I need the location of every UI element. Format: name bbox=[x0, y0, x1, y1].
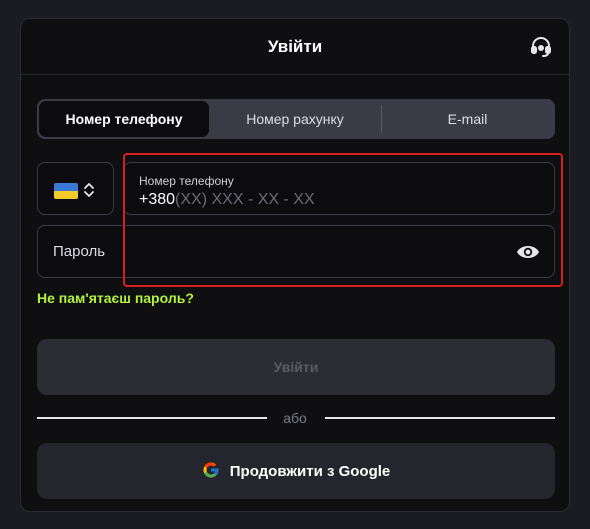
modal-title: Увійти bbox=[267, 37, 323, 56]
headset-icon[interactable] bbox=[529, 35, 553, 59]
login-method-tabs: Номер телефону Номер рахунку E-mail bbox=[37, 99, 555, 139]
google-icon bbox=[203, 462, 219, 478]
phone-field-value: +380(XX) XXX - XX - XX bbox=[139, 191, 315, 209]
tab-account[interactable]: Номер рахунку bbox=[209, 101, 381, 137]
google-button-label: Продовжити з Google bbox=[229, 463, 391, 480]
login-button[interactable]: Увійти bbox=[37, 339, 555, 395]
modal-header: Увійти bbox=[21, 19, 569, 75]
google-button-content: Продовжити з Google bbox=[37, 461, 555, 480]
tab-email[interactable]: E-mail bbox=[382, 101, 553, 137]
phone-input[interactable]: Номер телефону +380(XX) XXX - XX - XX bbox=[123, 162, 555, 215]
password-input[interactable]: Пароль bbox=[37, 225, 555, 278]
password-placeholder: Пароль bbox=[53, 243, 106, 260]
chevron-up-down-icon bbox=[84, 183, 94, 197]
phone-field-label: Номер телефону bbox=[139, 174, 234, 188]
phone-placeholder: (XX) XXX - XX - XX bbox=[175, 191, 315, 208]
phone-prefix: +380 bbox=[139, 191, 176, 208]
eye-icon[interactable] bbox=[516, 242, 540, 262]
forgot-password-link[interactable]: Не пам'ятаєш пароль? bbox=[37, 290, 194, 306]
divider-line-right bbox=[325, 417, 555, 419]
login-modal: Увійти Номер телефону Номер рахунку E-ma… bbox=[20, 18, 570, 512]
tab-phone[interactable]: Номер телефону bbox=[39, 101, 209, 137]
ukraine-flag-icon bbox=[54, 183, 78, 199]
google-signin-button[interactable]: Продовжити з Google bbox=[37, 443, 555, 499]
country-code-selector[interactable] bbox=[37, 162, 114, 215]
